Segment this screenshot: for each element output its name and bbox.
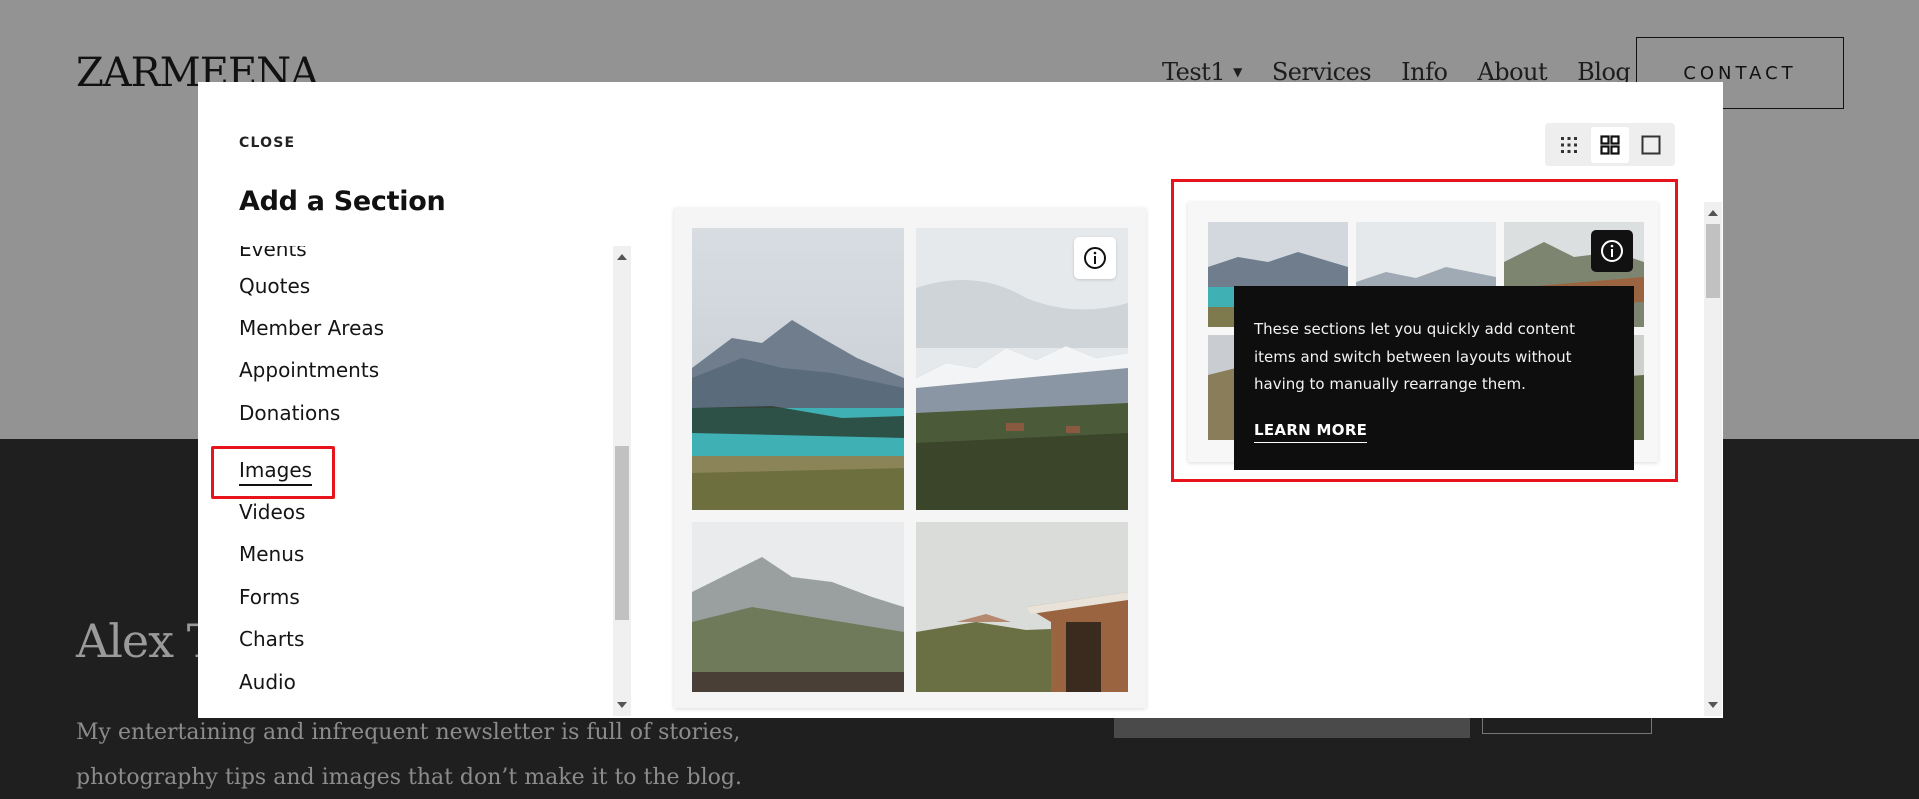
add-section-modal: CLOSE Add a Section Events Quotes Member… (198, 82, 1723, 718)
section-preview-card-grid[interactable] (674, 208, 1146, 708)
preview-scrollbar[interactable] (1704, 202, 1722, 716)
layout-toggle (1545, 123, 1675, 166)
scroll-down-arrow-icon[interactable] (617, 702, 627, 708)
category-item-audio[interactable]: Audio (239, 670, 296, 694)
scrollbar-thumb[interactable] (1706, 224, 1720, 298)
scroll-up-arrow-icon[interactable] (1708, 210, 1718, 216)
category-item-member-areas[interactable]: Member Areas (239, 316, 384, 340)
tooltip-text: These sections let you quickly add conte… (1254, 320, 1576, 393)
scroll-up-arrow-icon[interactable] (617, 254, 627, 260)
info-button[interactable] (1074, 237, 1116, 279)
layout-single-button[interactable] (1632, 127, 1670, 163)
scrollbar-thumb[interactable] (615, 446, 629, 620)
category-scrollbar[interactable] (613, 246, 631, 716)
category-item-donations[interactable]: Donations (239, 401, 340, 425)
caret-down-icon: ▼ (1233, 65, 1242, 79)
category-item-events[interactable]: Events (239, 246, 307, 261)
highlight-box-images (211, 446, 335, 499)
newsletter-text: My entertaining and infrequent newslette… (76, 720, 742, 790)
layout-grid-large-button[interactable] (1590, 126, 1629, 163)
close-button[interactable]: CLOSE (239, 135, 295, 151)
info-button-active[interactable] (1591, 230, 1633, 272)
modal-title: Add a Section (239, 186, 446, 217)
category-item-appointments[interactable]: Appointments (239, 358, 379, 382)
learn-more-link[interactable]: LEARN MORE (1254, 421, 1368, 443)
category-item-menus[interactable]: Menus (239, 542, 304, 566)
preview-photo-rocky-slopes (692, 522, 904, 692)
preview-photo-cabin (916, 522, 1128, 692)
info-tooltip: These sections let you quickly add conte… (1234, 286, 1634, 470)
info-icon (1601, 240, 1623, 262)
category-item-quotes[interactable]: Quotes (239, 274, 310, 298)
preview-photo-mountain-lake (692, 228, 904, 510)
info-icon (1084, 247, 1106, 269)
single-icon (1641, 135, 1661, 154)
scroll-down-arrow-icon[interactable] (1708, 702, 1718, 708)
layout-grid-small-button[interactable] (1550, 127, 1588, 163)
category-item-charts[interactable]: Charts (239, 627, 304, 651)
grid-large-icon (1600, 134, 1620, 155)
category-item-forms[interactable]: Forms (239, 585, 300, 609)
grid-small-icon (1561, 136, 1578, 153)
category-item-videos[interactable]: Videos (239, 500, 305, 524)
